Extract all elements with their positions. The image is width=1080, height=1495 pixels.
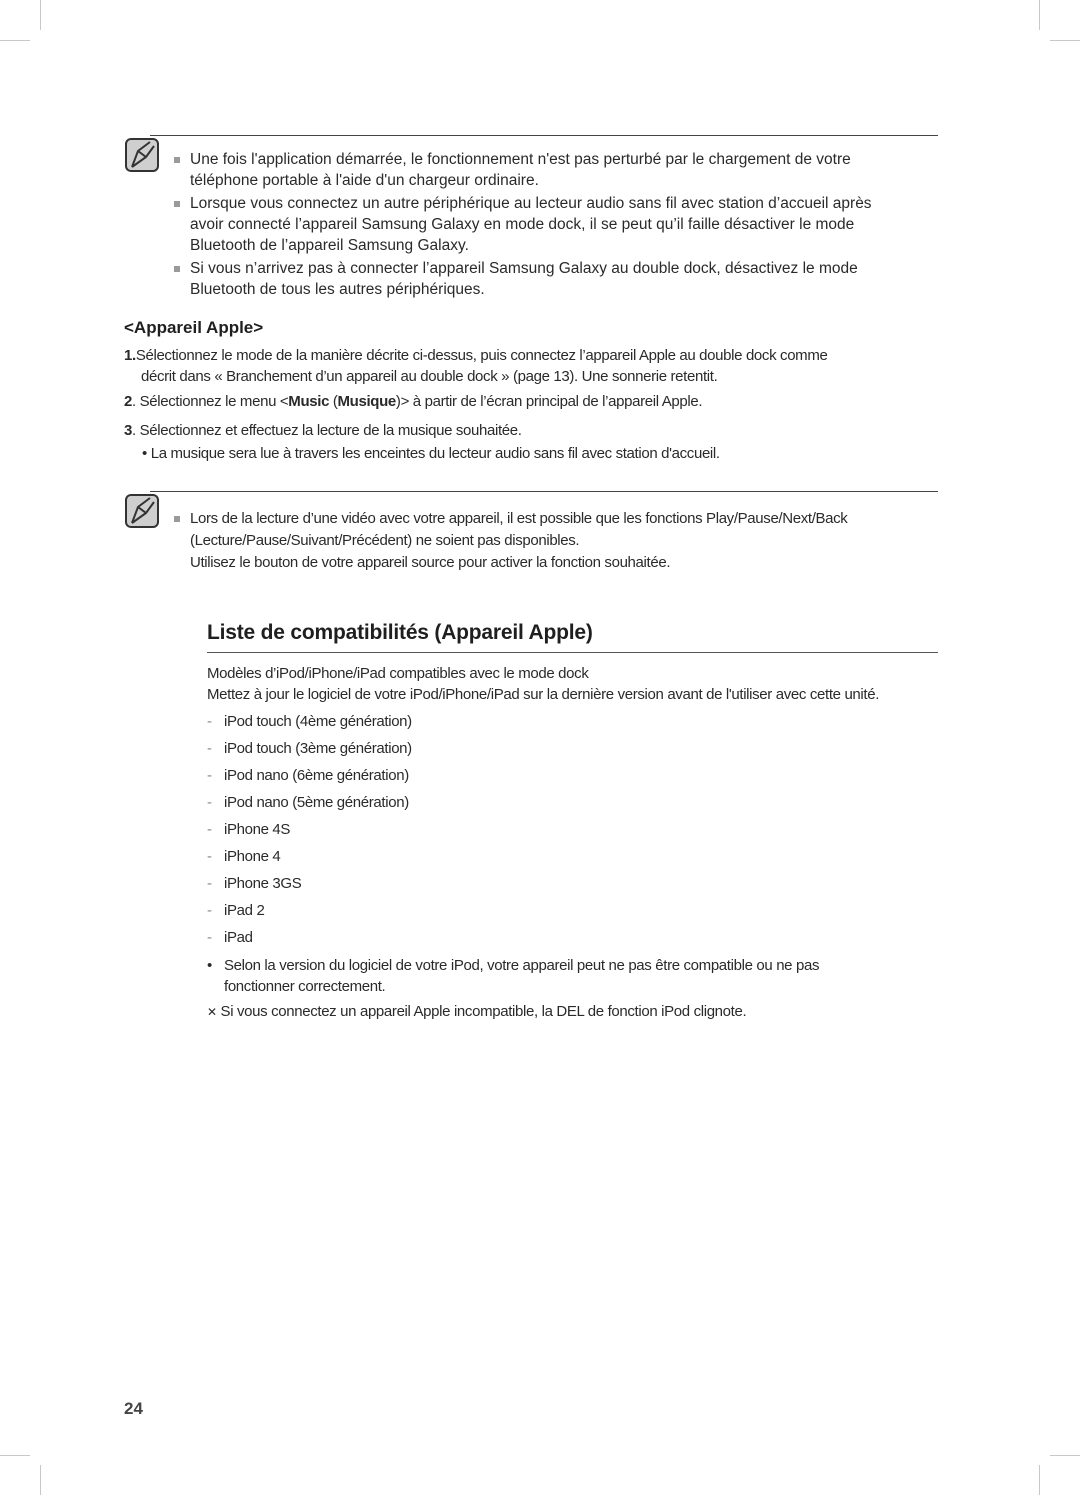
model-name: iPhone 4S xyxy=(224,821,291,838)
note-text: Bluetooth de l’appareil Samsung Galaxy. xyxy=(190,237,469,254)
model-item: - iPhone 4 xyxy=(207,846,281,867)
square-bullet-icon xyxy=(174,201,180,207)
model-name: iPod nano (5ème génération) xyxy=(224,794,409,811)
bullet-text: fonctionner correctement. xyxy=(224,978,386,995)
note-text: Utilisez le bouton de votre appareil sou… xyxy=(190,554,671,571)
crop-mark xyxy=(1050,1455,1080,1456)
model-item: - iPod touch (4ème génération) xyxy=(207,711,412,732)
crop-mark xyxy=(1039,0,1040,30)
model-name: iPad 2 xyxy=(224,902,265,919)
step-text: . Sélectionnez et effectuez la lecture d… xyxy=(132,422,522,439)
model-name: iPod touch (4ème génération) xyxy=(224,713,412,730)
model-name: iPod touch (3ème génération) xyxy=(224,740,412,757)
step-text: )> à partir de l’écran principal de l’ap… xyxy=(395,393,703,410)
note-pencil-icon xyxy=(125,494,159,528)
note-text: avoir connecté l’appareil Samsung Galaxy… xyxy=(190,216,855,233)
menu-name: Musique xyxy=(337,393,397,410)
dash-bullet-icon: - xyxy=(207,848,212,865)
note-divider xyxy=(150,135,938,136)
dash-bullet-icon: - xyxy=(207,740,212,757)
note-text: téléphone portable à l'aide d'un chargeu… xyxy=(190,172,539,189)
model-item: - iPad 2 xyxy=(207,900,265,921)
step-2: 2. Sélectionnez le menu <Music (Musique)… xyxy=(124,391,703,412)
crop-mark xyxy=(0,1455,30,1456)
square-bullet-icon xyxy=(174,516,180,522)
crop-mark xyxy=(40,0,41,30)
note-pencil-icon xyxy=(125,138,159,172)
note-text: Une fois l'application démarrée, le fonc… xyxy=(190,151,851,168)
dash-bullet-icon: - xyxy=(207,929,212,946)
step-1: 1.Sélectionnez le mode de la manière déc… xyxy=(124,345,828,366)
warning-text: Si vous connectez un appareil Apple inco… xyxy=(220,1003,747,1020)
step-number: 3 xyxy=(124,422,132,439)
menu-name: Music xyxy=(288,393,330,410)
warning-note: ✕ Si vous connectez un appareil Apple in… xyxy=(207,1001,747,1023)
model-item: - iPhone 3GS xyxy=(207,873,302,894)
dash-bullet-icon: - xyxy=(207,821,212,838)
dash-bullet-icon: - xyxy=(207,794,212,811)
model-item: - iPad xyxy=(207,927,253,948)
dash-bullet-icon: - xyxy=(207,713,212,730)
note-text: Bluetooth de tous les autres périphériqu… xyxy=(190,281,485,298)
section-heading: <Appareil Apple> xyxy=(124,318,264,337)
intro-text: Mettez à jour le logiciel de votre iPod/… xyxy=(207,686,880,703)
step-3: 3. Sélectionnez et effectuez la lecture … xyxy=(124,420,522,441)
dash-bullet-icon: - xyxy=(207,767,212,784)
note-text: Lors de la lecture d’une vidéo avec votr… xyxy=(190,510,848,527)
step-number: 2 xyxy=(124,393,132,410)
step-text: décrit dans « Branchement d’un appareil … xyxy=(141,368,718,385)
note-text: (Lecture/Pause/Suivant/Précédent) ne soi… xyxy=(190,532,580,549)
model-name: iPad xyxy=(224,929,253,946)
step-number: 1. xyxy=(124,347,136,364)
bullet-text: Selon la version du logiciel de votre iP… xyxy=(224,957,820,974)
page-number: 24 xyxy=(124,1399,143,1418)
step-text: ( xyxy=(329,393,338,410)
section-title: Liste de compatibilités (Appareil Apple) xyxy=(207,621,593,644)
step-text: Sélectionnez le mode de la manière décri… xyxy=(135,347,828,364)
model-item: - iPod touch (3ème génération) xyxy=(207,738,412,759)
note-text: Lorsque vous connectez un autre périphér… xyxy=(190,195,872,212)
note-text: Si vous n’arrivez pas à connecter l’appa… xyxy=(190,260,858,277)
square-bullet-icon xyxy=(174,266,180,272)
model-item: - iPod nano (5ème génération) xyxy=(207,792,409,813)
round-bullet-icon: • xyxy=(142,445,147,462)
square-bullet-icon xyxy=(174,157,180,163)
intro-text: Modèles d’iPod/iPhone/iPad compatibles a… xyxy=(207,665,589,682)
warning-mark-icon: ✕ xyxy=(207,1005,217,1019)
crop-mark xyxy=(0,40,30,41)
step-text: . Sélectionnez le menu < xyxy=(132,393,289,410)
model-name: iPod nano (6ème génération) xyxy=(224,767,409,784)
crop-mark xyxy=(1039,1465,1040,1495)
dash-bullet-icon: - xyxy=(207,875,212,892)
dash-bullet-icon: - xyxy=(207,902,212,919)
round-bullet-icon: • xyxy=(207,957,212,974)
model-item: - iPhone 4S xyxy=(207,819,290,840)
bullet-item: • La musique sera lue à travers les ence… xyxy=(142,443,720,464)
model-item: - iPod nano (6ème génération) xyxy=(207,765,409,786)
note-divider xyxy=(150,491,938,492)
crop-mark xyxy=(40,1465,41,1495)
title-underline xyxy=(207,652,938,653)
bullet-text: La musique sera lue à travers les encein… xyxy=(150,445,720,462)
model-name: iPhone 3GS xyxy=(224,875,302,892)
crop-mark xyxy=(1050,40,1080,41)
model-name: iPhone 4 xyxy=(224,848,281,865)
